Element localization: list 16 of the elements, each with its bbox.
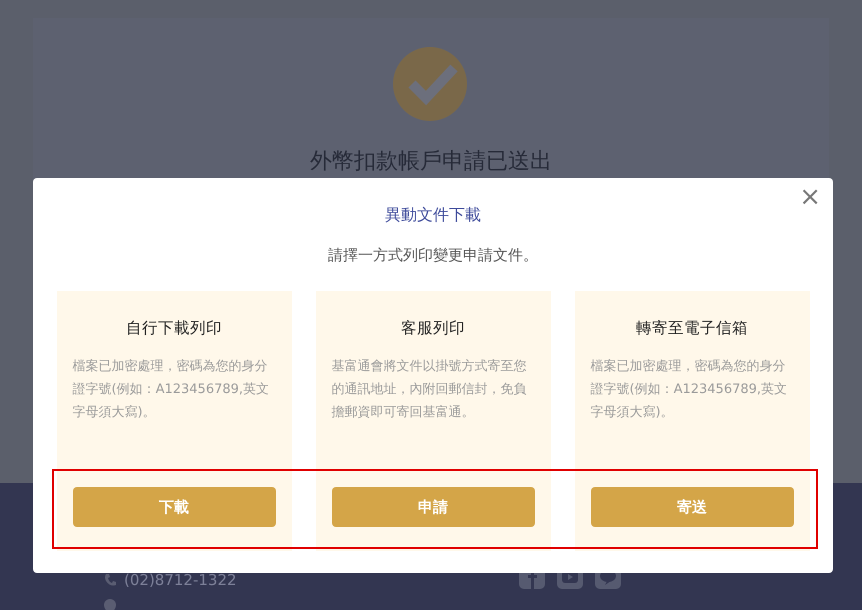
dialog-subtitle: 請擇一方式列印變更申請文件。 [328, 246, 538, 265]
page-heading: 外幣扣款帳戶申請已送出 [310, 148, 552, 176]
phone-icon [104, 573, 116, 587]
option-button[interactable]: 寄送 [590, 487, 794, 527]
check-circle-icon [392, 44, 470, 122]
option-title: 自行下載列印 [125, 318, 223, 339]
option-description: 檔案已加密處理，密碼為您的身分證字號(例如：A123456789,英文字母須大寫)。 [590, 358, 788, 422]
option-description: 基富通會將文件以掛號方式寄至您的通訊地址，內附回郵信封，免負擔郵資即可寄回基富通。 [332, 358, 528, 422]
dialog-title: 異動文件下載 [385, 205, 481, 226]
option-description: 檔案已加密處理，密碼為您的身分證字號(例如：A123456789,英文字母須大寫)。 [72, 358, 270, 422]
option-button[interactable]: 申請 [332, 487, 534, 527]
option-title: 轉寄至電子信箱 [635, 318, 749, 339]
close-button[interactable]: × [797, 184, 823, 210]
phone-number: (02)8712-1322 [124, 571, 237, 589]
option-button[interactable]: 下載 [72, 487, 276, 527]
option-title: 客服列印 [400, 318, 466, 339]
